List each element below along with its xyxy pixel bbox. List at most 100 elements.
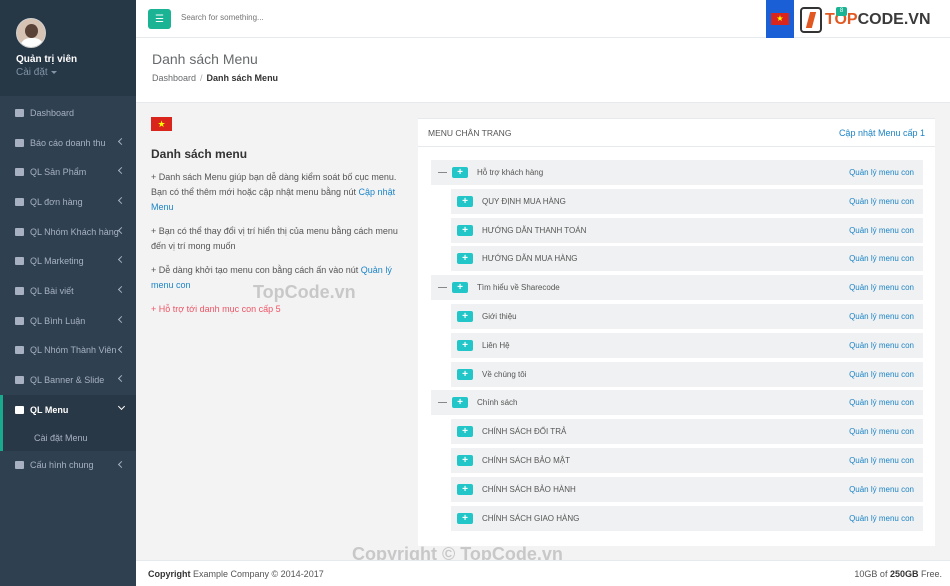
hamburger-icon: ☰ (155, 13, 164, 25)
money-icon (15, 257, 24, 266)
logo-mark-icon (800, 7, 822, 33)
expand-plus-icon[interactable]: + (452, 282, 468, 294)
manage-submenu-button[interactable]: Quản lý menu con (849, 485, 914, 494)
menu-item-label: HƯỚNG DẪN MUA HÀNG (482, 254, 578, 264)
profile-settings-dropdown[interactable]: Cài đặt (16, 67, 57, 78)
expand-plus-icon[interactable]: + (457, 368, 473, 380)
manage-submenu-button[interactable]: Quản lý menu con (849, 312, 914, 321)
expand-plus-icon[interactable]: + (457, 253, 473, 265)
panel-header: MENU CHÂN TRANG Cập nhật Menu cấp 1 (418, 119, 935, 147)
sidebar-item-9[interactable]: QL Banner & Slide (0, 365, 136, 395)
footer-storage-suffix: Free. (918, 569, 942, 579)
update-level1-menu-link[interactable]: Cập nhật Menu cấp 1 (839, 128, 925, 138)
footer-copyright: Copyright Example Company © 2014-2017 (148, 569, 324, 579)
footer-copyright-text: Example Company © 2014-2017 (190, 569, 324, 579)
menu-tree-row[interactable]: + Liên Hệ Quản lý menu con (451, 332, 923, 358)
manage-submenu-button[interactable]: Quản lý menu con (849, 341, 914, 350)
sidebar-item-label: QL Bình Luận (30, 315, 86, 326)
sidebar-item-2[interactable]: QL Sản Phẩm (0, 157, 136, 187)
shopping-bag-icon (15, 197, 24, 206)
collapse-icon[interactable] (438, 287, 447, 289)
menu-tree-row[interactable]: + CHÍNH SÁCH GIAO HÀNG Quản lý menu con (451, 505, 923, 531)
manage-submenu-button[interactable]: Quản lý menu con (849, 456, 914, 465)
menu-tree-row[interactable]: + HƯỚNG DẪN MUA HÀNG Quản lý menu con (451, 246, 923, 272)
sidebar-item-label: Báo cáo doanh thu (30, 137, 106, 148)
language-flag-button[interactable]: ★ (766, 0, 794, 38)
page-title: Danh sách Menu (152, 51, 258, 67)
info-paragraph-2: + Bạn có thể thay đổi vị trí hiển thị củ… (151, 226, 398, 251)
manage-submenu-button[interactable]: Quản lý menu con (849, 514, 914, 523)
sidebar-item-5[interactable]: QL Marketing (0, 246, 136, 276)
watermark-mid: TopCode.vn (253, 282, 356, 302)
menu-tree-row[interactable]: + QUY ĐỊNH MUA HÀNG Quản lý menu con (451, 188, 923, 214)
sidebar-item-label: QL Nhóm Khách hàng (30, 226, 119, 237)
manage-submenu-button[interactable]: Quản lý menu con (849, 168, 914, 177)
manage-submenu-button[interactable]: Quản lý menu con (849, 254, 914, 263)
vietnam-flag-icon[interactable]: ★ (151, 117, 172, 131)
menu-tree-row[interactable]: + Chính sách Quản lý menu con (431, 390, 923, 416)
expand-plus-icon[interactable]: + (457, 195, 473, 207)
sidebar-item-6[interactable]: QL Bài viết (0, 276, 136, 306)
chevron-icon (117, 137, 126, 145)
info-paragraph-4: + Hỗ trợ tới danh mục con cấp 5 (151, 304, 281, 314)
menu-tree-row[interactable]: + Về chúng tôi Quản lý menu con (451, 361, 923, 387)
profile-block: Quản trị viên Cài đặt (0, 0, 136, 96)
sidebar-item-4[interactable]: QL Nhóm Khách hàng (0, 217, 136, 247)
expand-plus-icon[interactable]: + (457, 339, 473, 351)
expand-plus-icon[interactable]: + (457, 512, 473, 524)
menu-tree-row[interactable]: + Giới thiệu Quản lý menu con (451, 303, 923, 329)
list-icon (15, 405, 24, 414)
sidebar-subitem-menu-settings[interactable]: Cài đặt Menu (0, 424, 136, 451)
expand-plus-icon[interactable]: + (457, 454, 473, 466)
manage-submenu-button[interactable]: Quản lý menu con (849, 197, 914, 206)
expand-plus-icon[interactable]: + (452, 167, 468, 178)
sidebar-item-11[interactable]: Cấu hình chung (0, 451, 136, 481)
info-paragraph-3-text: + Dễ dàng khởi tạo menu con bằng cách ấn… (151, 265, 361, 275)
sidebar-item-7[interactable]: QL Bình Luận (0, 306, 136, 336)
sidebar-item-3[interactable]: QL đơn hàng (0, 187, 136, 217)
menu-tree-row[interactable]: + CHÍNH SÁCH BẢO MẬT Quản lý menu con (451, 447, 923, 473)
search-input[interactable] (181, 13, 341, 22)
manage-submenu-button[interactable]: Quản lý menu con (849, 226, 914, 235)
chevron-icon (117, 315, 126, 323)
sidebar-item-8[interactable]: QL Nhóm Thành Viên (0, 336, 136, 366)
sidebar-item-10[interactable]: QL Menu (0, 394, 136, 425)
sidebar-nav: Dashboard Báo cáo doanh thu QL Sản Phẩm QL … (0, 98, 136, 480)
chevron-icon (117, 286, 126, 294)
manage-submenu-button[interactable]: Quản lý menu con (849, 283, 914, 292)
menu-item-label: Hỗ trợ khách hàng (477, 168, 544, 177)
profile-settings-label: Cài đặt (16, 67, 48, 78)
menu-item-label: CHÍNH SÁCH ĐỔI TRẢ (482, 427, 567, 437)
menu-item-label: Tìm hiểu về Sharecode (477, 283, 560, 293)
topcode-logo: TOPCODE.VN (800, 4, 931, 36)
collapse-icon[interactable] (438, 172, 447, 173)
expand-plus-icon[interactable]: + (457, 224, 473, 236)
manage-submenu-button[interactable]: Quản lý menu con (849, 427, 914, 436)
breadcrumb-separator: / (200, 73, 203, 83)
expand-plus-icon[interactable]: + (457, 310, 473, 322)
menu-tree-row[interactable]: + CHÍNH SÁCH ĐỔI TRẢ Quản lý menu con (451, 419, 923, 445)
sidebar-item-label: Dashboard (30, 107, 75, 118)
menu-tree-row[interactable]: + Hỗ trợ khách hàng Quản lý menu con (431, 160, 923, 185)
manage-submenu-button[interactable]: Quản lý menu con (849, 370, 914, 379)
menu-tree-row[interactable]: + HƯỚNG DẪN THANH TOÁN Quản lý menu con (451, 217, 923, 243)
collapse-icon[interactable] (438, 402, 447, 404)
expand-plus-icon[interactable]: + (452, 397, 468, 409)
expand-plus-icon[interactable]: + (457, 426, 473, 438)
sidebar-item-0[interactable]: Dashboard (0, 98, 136, 128)
profile-name[interactable]: Quản trị viên (16, 54, 77, 65)
manage-submenu-button[interactable]: Quản lý menu con (849, 398, 914, 407)
file-icon (15, 461, 24, 470)
breadcrumb-home[interactable]: Dashboard (152, 73, 196, 83)
avatar[interactable] (16, 18, 46, 48)
topbar: ☰ ★ TOPCODE.VN 8 (136, 0, 950, 38)
menu-tree-row[interactable]: + CHÍNH SÁCH BẢO HÀNH Quản lý menu con (451, 476, 923, 502)
expand-plus-icon[interactable]: + (457, 483, 473, 495)
sidebar-item-label: QL Sản Phẩm (30, 167, 87, 178)
menu-tree-row[interactable]: + Tìm hiểu về Sharecode Quản lý menu con (431, 275, 923, 301)
breadcrumb-current: Danh sách Menu (206, 73, 279, 83)
chevron-icon (117, 167, 126, 175)
sidebar-item-1[interactable]: Báo cáo doanh thu (0, 128, 136, 158)
page-header: Danh sách Menu Dashboard / Danh sách Menu (136, 38, 950, 103)
menu-toggle-button[interactable]: ☰ (148, 9, 171, 29)
